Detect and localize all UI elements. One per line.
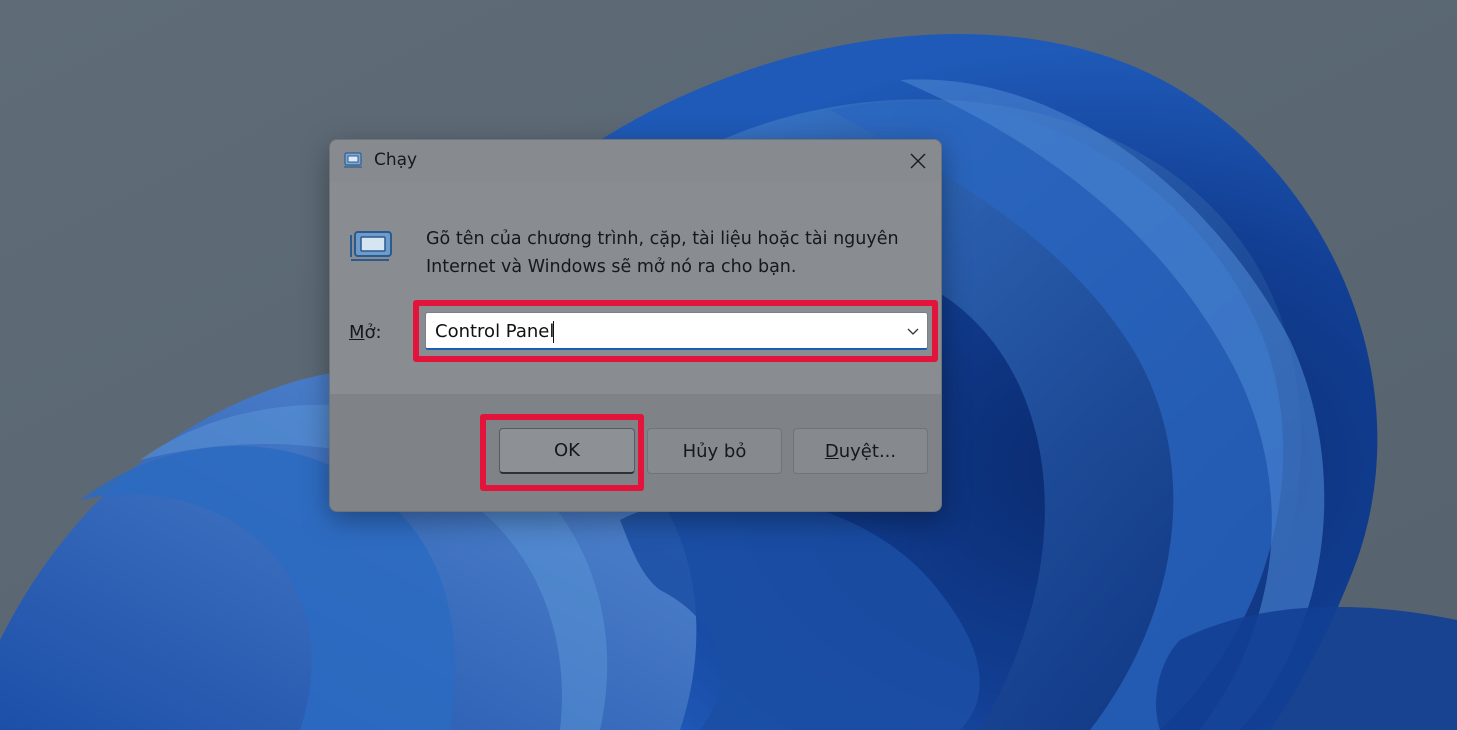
dialog-footer: OK Hủy bỏ Duyệt... [330,394,941,511]
dialog-title: Chạy [374,150,418,170]
open-input[interactable] [435,313,895,349]
open-label-mnemonic: M [349,322,365,343]
browse-button[interactable]: Duyệt... [793,428,928,474]
browse-label: uyệt... [838,440,897,462]
chevron-down-icon[interactable] [906,324,920,338]
desktop: Chạy Gõ tên của chương trình, cặp, tài l… [0,0,1457,730]
close-icon [910,153,926,169]
open-combobox[interactable] [425,312,928,350]
text-caret [553,321,554,343]
open-label-text: ở: [364,322,382,343]
open-label: Mở: [349,322,382,343]
close-button[interactable] [895,140,941,182]
browse-mnemonic: D [824,440,839,462]
title-bar[interactable]: Chạy [330,140,941,182]
run-app-icon [344,152,362,168]
run-app-icon [350,231,392,261]
ok-button[interactable]: OK [499,428,635,474]
dialog-content: Gõ tên của chương trình, cặp, tài liệu h… [330,182,941,394]
run-dialog: Chạy Gõ tên của chương trình, cặp, tài l… [329,139,942,512]
run-description: Gõ tên của chương trình, cặp, tài liệu h… [426,229,899,277]
cancel-button[interactable]: Hủy bỏ [647,428,782,474]
